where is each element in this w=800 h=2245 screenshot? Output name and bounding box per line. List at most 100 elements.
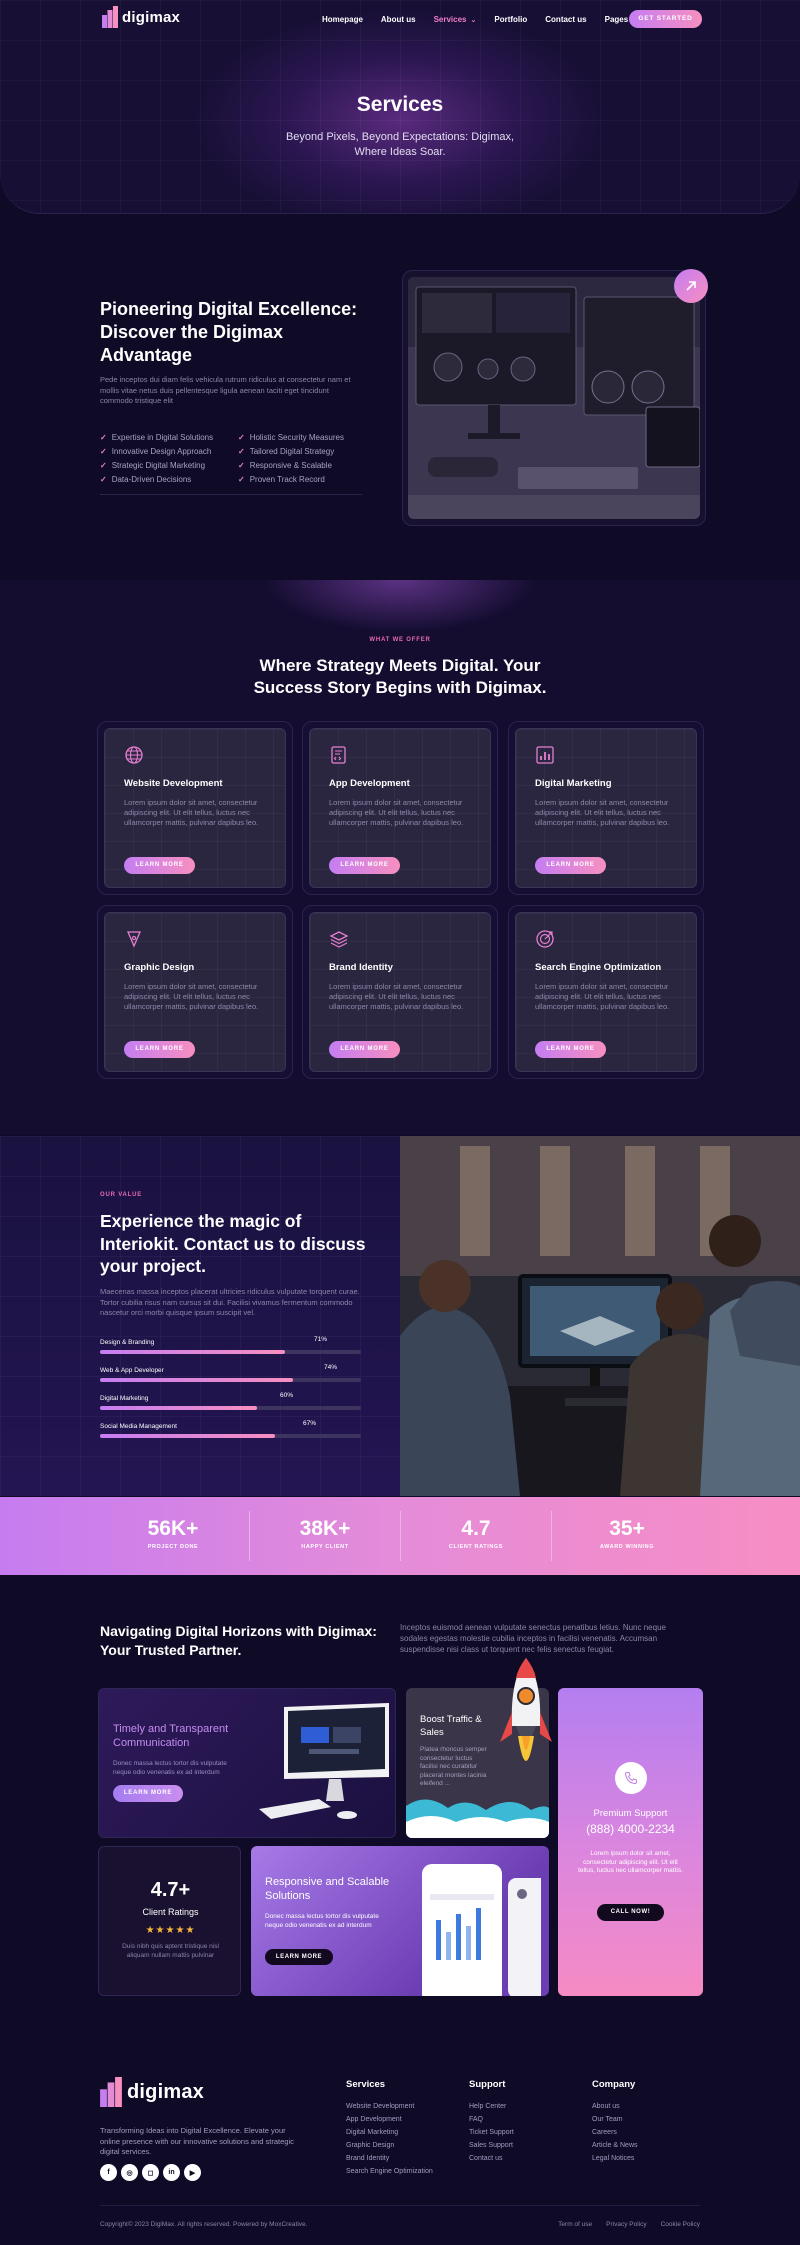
learn-more-button[interactable]: LEARN MORE: [535, 857, 606, 874]
footer-link[interactable]: FAQ: [469, 2113, 514, 2126]
service-text: Lorem ipsum dolor sit amet, consectetur …: [535, 982, 670, 1011]
feature-label: Expertise in Digital Solutions: [111, 433, 214, 442]
footer-link[interactable]: Search Engine Optimization: [346, 2165, 433, 2178]
imac-illustration: [259, 1703, 389, 1819]
services-eyebrow: WHAT WE OFFER: [369, 637, 431, 643]
service-card-marketing: Digital Marketing Lorem ipsum dolor sit …: [508, 721, 704, 895]
open-link-button[interactable]: [674, 269, 708, 303]
stat-number: 4.7: [461, 1517, 491, 1540]
logo[interactable]: digimax: [102, 6, 180, 28]
footer-logo[interactable]: digimax: [100, 2077, 204, 2107]
skill-label: Digital Marketing: [100, 1395, 149, 1402]
footer-link[interactable]: Our Team: [592, 2113, 638, 2126]
stat-number: 35+: [609, 1517, 645, 1540]
workstation-illustration: [408, 277, 700, 519]
footer-link[interactable]: Digital Marketing: [346, 2126, 433, 2139]
nav-link-contact[interactable]: Contact us: [545, 15, 586, 24]
learn-more-button[interactable]: LEARN MORE: [124, 857, 195, 874]
timely-card: Timely and Transparent Communication Don…: [98, 1688, 396, 1838]
top-nav: digimax Homepage About us Services ⌄ Port…: [0, 0, 800, 38]
learn-more-button[interactable]: LEARN MORE: [329, 857, 400, 874]
learn-more-button[interactable]: LEARN MORE: [265, 1949, 333, 1965]
service-text: Lorem ipsum dolor sit amet, consectetur …: [329, 982, 464, 1011]
learn-more-button[interactable]: LEARN MORE: [535, 1041, 606, 1058]
stat-clients: 38K+ HAPPY CLIENT: [249, 1497, 401, 1575]
footer-link[interactable]: Sales Support: [469, 2139, 514, 2152]
service-card-seo: Search Engine Optimization Lorem ipsum d…: [508, 905, 704, 1079]
feature-label: Tailored Digital Strategy: [249, 447, 335, 456]
about-text: Pede inceptos dui diam felis vehicula ru…: [100, 375, 351, 405]
support-card: Premium Support (888) 4000-2234 Lorem ip…: [558, 1688, 703, 1996]
get-started-button[interactable]: GET STARTED: [629, 10, 702, 28]
instagram-icon[interactable]: ◻: [142, 2164, 159, 2181]
footer-link[interactable]: Legal Notices: [592, 2152, 638, 2165]
footer-link[interactable]: Contact us: [469, 2152, 514, 2165]
footer-link[interactable]: Graphic Design: [346, 2139, 433, 2152]
footer-link[interactable]: App Development: [346, 2113, 433, 2126]
page-title: Services: [356, 93, 444, 116]
stats-band: 56K+ PROJECT DONE 38K+ HAPPY CLIENT 4.7 CLI…: [0, 1497, 800, 1575]
footer-divider: [100, 2205, 700, 2206]
footer-link[interactable]: Brand Identity: [346, 2152, 433, 2165]
feature-label: Holistic Security Measures: [249, 433, 344, 442]
footer-link[interactable]: Careers: [592, 2126, 638, 2139]
feature-item: ✓ Expertise in Digital Solutions: [100, 433, 238, 442]
service-text: Lorem ipsum dolor sit amet, consectetur …: [124, 798, 259, 827]
footer-link[interactable]: Help Center: [469, 2100, 514, 2113]
rating-label: Client Ratings: [142, 1907, 199, 1917]
nav-link-about[interactable]: About us: [381, 15, 416, 24]
logo-mark-icon: [102, 6, 118, 28]
pen-nib-icon: [127, 931, 141, 948]
feature-item: ✓ Tailored Digital Strategy: [238, 447, 362, 456]
skill-label: Web & App Developer: [100, 1367, 164, 1374]
call-now-button[interactable]: CALL NOW!: [597, 1904, 664, 1921]
horizons-heading: Navigating Digital Horizons with Digimax…: [100, 1623, 377, 1658]
legal-link-terms[interactable]: Term of use: [558, 2221, 592, 2228]
learn-more-button[interactable]: LEARN MORE: [329, 1041, 400, 1058]
skill-track: [100, 1406, 361, 1410]
footer-link[interactable]: Article & News: [592, 2139, 638, 2152]
phone-mockups-illustration: [422, 1864, 541, 1996]
legal-link-privacy[interactable]: Privacy Policy: [606, 2221, 646, 2228]
service-text: Lorem ipsum dolor sit amet, consectetur …: [124, 982, 259, 1011]
support-phone[interactable]: (888) 4000-2234: [558, 1822, 703, 1836]
nav-link-homepage[interactable]: Homepage: [322, 15, 363, 24]
stat-ratings: 4.7 CLIENT RATINGS: [400, 1497, 552, 1575]
youtube-icon[interactable]: ▶: [184, 2164, 201, 2181]
stat-label: HAPPY CLIENT: [301, 1544, 349, 1550]
skill-bar-web: Web & App Developer 74%: [100, 1364, 361, 1385]
service-card-inner: Graphic Design Lorem ipsum dolor sit ame…: [104, 912, 286, 1072]
legal-link-cookies[interactable]: Cookie Policy: [661, 2221, 700, 2228]
feature-item: ✓ Innovative Design Approach: [100, 447, 238, 456]
nav-link-pages-label: Pages: [604, 15, 629, 24]
services-heading: Where Strategy Meets Digital. Your Succe…: [253, 656, 547, 697]
nav-link-services[interactable]: Services ⌄: [434, 15, 477, 24]
responsive-card: Responsive and Scalable Solutions Donec …: [251, 1846, 549, 1996]
learn-more-button[interactable]: LEARN MORE: [124, 1041, 195, 1058]
nav-link-portfolio[interactable]: Portfolio: [494, 15, 527, 24]
feature-label: Strategic Digital Marketing: [111, 461, 206, 470]
linkedin-icon[interactable]: in: [163, 2164, 180, 2181]
chevron-down-icon: ⌄: [470, 17, 477, 24]
learn-more-button[interactable]: LEARN MORE: [113, 1785, 183, 1802]
facebook-icon[interactable]: f: [100, 2164, 117, 2181]
footer-link[interactable]: About us: [592, 2100, 638, 2113]
timely-text: Donec massa lectus tortor dis vulputate …: [113, 1760, 227, 1776]
service-title: Brand Identity: [329, 962, 393, 973]
skill-fill: [100, 1406, 257, 1410]
footer-col-services: Services Website Development App Develop…: [346, 2079, 433, 2178]
stat-number: 38K+: [299, 1517, 351, 1540]
service-title: Search Engine Optimization: [535, 962, 662, 973]
footer-link[interactable]: Ticket Support: [469, 2126, 514, 2139]
target-icon: [536, 930, 554, 948]
arrow-up-right-icon: [686, 281, 696, 291]
service-card-website: Website Development Lorem ipsum dolor si…: [97, 721, 293, 895]
service-text: Lorem ipsum dolor sit amet, consectetur …: [535, 798, 670, 827]
support-title: Premium Support: [593, 1808, 668, 1819]
footer-link[interactable]: Website Development: [346, 2100, 433, 2113]
responsive-text: Donec massa lectus tortor dis vulputate …: [265, 1913, 379, 1929]
footer-logo-text: digimax: [127, 2080, 204, 2103]
dribbble-icon[interactable]: ◎: [121, 2164, 138, 2181]
services-glow: [220, 580, 580, 660]
service-card-inner: Digital Marketing Lorem ipsum dolor sit …: [515, 728, 697, 888]
